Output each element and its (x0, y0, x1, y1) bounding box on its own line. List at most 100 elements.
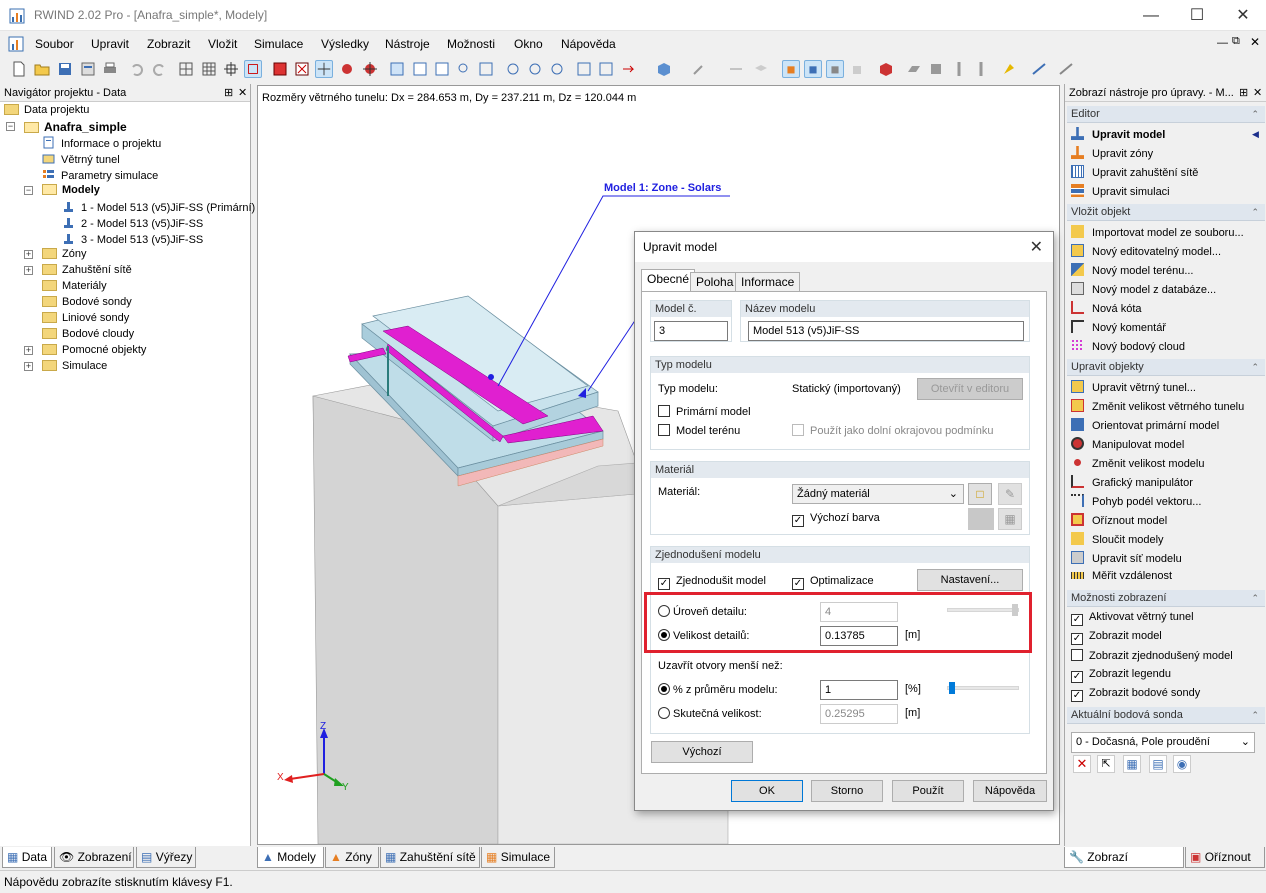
expand-icon[interactable]: + (24, 266, 33, 275)
mdi-restore-icon[interactable]: ⧉ (1232, 35, 1240, 48)
percent-thumb[interactable] (949, 682, 955, 694)
tools-icon[interactable] (1057, 60, 1075, 78)
maximize-button[interactable]: ☐ (1174, 0, 1220, 31)
open-in-editor-button[interactable]: Otevřít v editoru (917, 378, 1023, 400)
menu-moznosti[interactable]: Možnosti (447, 37, 495, 51)
checkbox-unchecked[interactable] (658, 424, 670, 436)
manipulate-model-item[interactable]: Manipulovat model (1071, 437, 1184, 451)
mesh-fine-icon[interactable] (200, 60, 218, 78)
percent-input[interactable]: 1 (820, 680, 898, 700)
refresh-icon[interactable] (504, 60, 522, 78)
menu-napoveda[interactable]: Nápověda (561, 37, 616, 51)
cube-color-icon[interactable] (877, 60, 895, 78)
collapse-icon[interactable]: ⌃ (1251, 707, 1259, 724)
wind-icon[interactable] (782, 60, 800, 78)
tree-models[interactable]: Modely (42, 184, 100, 196)
collapse-icon[interactable]: − (24, 186, 33, 195)
tree-folder-materials[interactable]: Materiály (42, 280, 107, 292)
slice-icon[interactable] (950, 60, 968, 78)
expand-icon[interactable]: + (24, 362, 33, 371)
menu-soubor[interactable]: Soubor (35, 37, 74, 51)
close-pane-icon[interactable]: ✕ (1253, 84, 1262, 102)
checkbox-checked[interactable]: ✓ (658, 578, 670, 590)
rect-icon[interactable] (927, 60, 945, 78)
new-point-cloud-item[interactable]: Nový bodový cloud (1071, 339, 1185, 353)
tree-folder-point-probes[interactable]: Bodové sondy (42, 296, 132, 308)
probe-settings-icon[interactable]: ◉ (1173, 755, 1191, 773)
menu-okno[interactable]: Okno (514, 37, 543, 51)
orient-primary-item[interactable]: Orientovat primární model (1071, 418, 1219, 432)
tree-model-2[interactable]: 2 - Model 513 (v5)JiF-SS (62, 216, 203, 230)
checkbox-checked[interactable]: ✓ (792, 515, 804, 527)
view-front-icon[interactable] (411, 60, 429, 78)
tab-clip[interactable]: ▣ Oříznout (1185, 847, 1265, 868)
close-window-button[interactable]: ✕ (1220, 0, 1266, 31)
tab-edit-tools[interactable]: 🔧 Zobrazí nástroje... (1064, 847, 1184, 884)
collapse-icon[interactable]: ⌃ (1251, 590, 1259, 607)
new-comment-item[interactable]: Nový komentář (1071, 320, 1166, 334)
mdi-minimize-icon[interactable]: — (1217, 37, 1228, 49)
tab-views[interactable]: ▤ Výřezy (136, 847, 196, 868)
arrow-icon[interactable] (620, 60, 638, 78)
edit-model-item[interactable]: Upravit model (1071, 127, 1165, 141)
move-vector-item[interactable]: Pohyb podél vektoru... (1071, 494, 1201, 508)
grid-icon[interactable] (222, 60, 240, 78)
model-red-icon[interactable] (271, 60, 289, 78)
simplify-model-check[interactable]: ✓ Zjednodušit model (658, 575, 766, 590)
mdi-close-icon[interactable]: ✕ (1250, 35, 1260, 49)
tree-project[interactable]: Anafra_simple (24, 120, 127, 134)
checkbox-checked[interactable]: ✓ (1071, 690, 1083, 702)
checkbox-unchecked[interactable] (658, 405, 670, 417)
fit-icon[interactable] (597, 60, 615, 78)
pin-icon[interactable]: ⊞ (1239, 84, 1248, 102)
redo-icon[interactable] (150, 60, 168, 78)
collapse-icon[interactable]: ⌃ (1251, 359, 1259, 376)
new-dimension-item[interactable]: Nová kóta (1071, 301, 1142, 315)
material-select[interactable]: Žádný materiál ⌄ (792, 484, 964, 504)
new-terrain-item[interactable]: Nový model terénu... (1071, 263, 1194, 277)
new-db-model-item[interactable]: Nový model z databáze... (1071, 282, 1216, 296)
settings-button[interactable]: Nastavení... (917, 569, 1023, 591)
apply-button[interactable]: Použít (892, 780, 964, 802)
tree-item-tunnel[interactable]: Větrný tunel (42, 152, 120, 166)
rotate-left-icon[interactable] (526, 60, 544, 78)
edit-mesh-item[interactable]: Upravit zahuštění sítě (1071, 165, 1198, 179)
menu-vysledky[interactable]: Výsledky (321, 37, 369, 51)
color-picker-icon[interactable]: ▦ (998, 508, 1022, 530)
cancel-button[interactable]: Storno (811, 780, 883, 802)
real-size-radio[interactable]: Skutečná velikost: (658, 707, 762, 720)
graphic-manipulator-item[interactable]: Grafický manipulátor (1071, 475, 1193, 489)
checkbox-checked[interactable]: ✓ (1071, 614, 1083, 626)
model-number-input[interactable]: 3 (654, 321, 728, 341)
delete-probe-icon[interactable]: ✕ (1073, 755, 1091, 773)
menu-simulace[interactable]: Simulace (254, 37, 303, 51)
tab-simulation[interactable]: ▦ Simulace (481, 847, 555, 868)
tab-mesh-refine[interactable]: ▦ Zahuštění sítě (380, 847, 480, 868)
tab-data[interactable]: ▦ Data (2, 847, 52, 868)
activate-tunnel-check[interactable]: ✓ Aktivovat větrný tunel (1071, 611, 1194, 626)
rotate-right-icon[interactable] (548, 60, 566, 78)
tab-information[interactable]: Informace (735, 272, 801, 291)
new-file-icon[interactable] (10, 60, 28, 78)
percent-radio[interactable]: % z průměru modelu: (658, 683, 778, 696)
view-side-icon[interactable] (433, 60, 451, 78)
document-menu-icon[interactable] (8, 36, 24, 52)
tree-folder-simulation[interactable]: Simulace (42, 360, 107, 372)
tree-folder-point-clouds[interactable]: Bodové cloudy (42, 328, 134, 340)
report-icon[interactable] (79, 60, 97, 78)
probe-view-icon[interactable]: ▤ (1149, 755, 1167, 773)
expand-icon[interactable]: + (24, 250, 33, 259)
probe-icon[interactable] (848, 60, 866, 78)
checkbox-unchecked[interactable] (1071, 649, 1083, 661)
view-iso-icon[interactable] (388, 60, 406, 78)
save-probe-icon[interactable]: ▦ (1123, 755, 1141, 773)
tree-model-3[interactable]: 3 - Model 513 (v5)JiF-SS (62, 232, 203, 246)
edit-tunnel-item[interactable]: Upravit větrný tunel... (1071, 380, 1196, 394)
section-probe[interactable]: Aktuální bodová sonda ⌃ (1067, 707, 1265, 724)
save-icon[interactable] (56, 60, 74, 78)
move-model-icon[interactable] (315, 60, 333, 78)
tree-model-1[interactable]: 1 - Model 513 (v5)JiF-SS (Primární) (62, 200, 255, 214)
tree-root[interactable]: Data projektu (4, 104, 89, 116)
plane-icon[interactable] (905, 60, 923, 78)
menu-vlozit[interactable]: Vložit (208, 37, 237, 51)
